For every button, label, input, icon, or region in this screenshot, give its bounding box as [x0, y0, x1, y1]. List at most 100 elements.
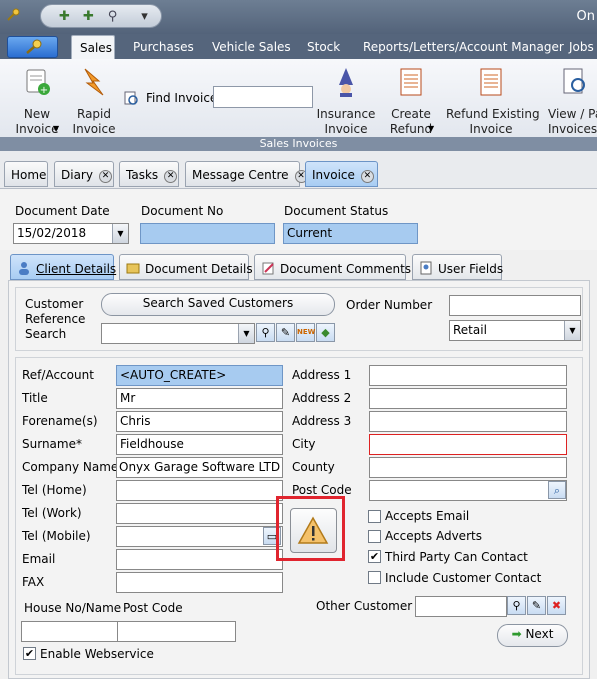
- search-icon[interactable]: ⚲: [256, 323, 275, 342]
- city-input[interactable]: [369, 434, 567, 455]
- doc-tab-message-centre[interactable]: Message Centre ✕: [185, 161, 308, 187]
- other-customer-label: Other Customer: [316, 599, 413, 613]
- title-input[interactable]: Mr: [116, 388, 283, 409]
- house-no-input[interactable]: [21, 621, 118, 642]
- email-label: Email: [22, 552, 56, 566]
- accepts-adverts-checkbox[interactable]: [368, 530, 381, 543]
- rapid-invoice-button[interactable]: Rapid Invoice: [68, 67, 120, 137]
- view-invoices-button[interactable]: View / Pa Invoices: [546, 67, 597, 137]
- find-invoice-input[interactable]: [213, 86, 313, 108]
- edit-icon[interactable]: ✎: [276, 323, 295, 342]
- doc-tab-invoice[interactable]: Invoice ✕: [305, 161, 378, 187]
- tab-sales[interactable]: Sales: [71, 35, 115, 59]
- tab-document-comments[interactable]: Document Comments: [254, 254, 411, 280]
- tab-jobs[interactable]: Jobs: [569, 40, 594, 54]
- post-code-input[interactable]: [369, 480, 567, 501]
- new-invoice-icon: +: [26, 69, 50, 96]
- chevron-down-icon: ▼: [53, 124, 60, 133]
- customer-reference-label: Search: [25, 327, 67, 341]
- company-name-label: Company Name: [22, 460, 119, 474]
- tel-home-input[interactable]: [116, 480, 283, 501]
- user-fields-icon: [419, 261, 433, 275]
- quick-access-toolbar: ✚ ✚ ⚲ ▾: [40, 4, 162, 28]
- find-invoice-icon: [124, 91, 139, 106]
- document-no-label: Document No: [141, 204, 224, 218]
- tel-work-label: Tel (Work): [22, 506, 82, 520]
- tel-work-input[interactable]: [116, 503, 283, 524]
- address-3-input[interactable]: [369, 411, 567, 432]
- accepts-email-checkbox[interactable]: [368, 510, 381, 523]
- address-1-input[interactable]: [369, 365, 567, 386]
- dropdown-arrow-icon[interactable]: ▾: [137, 9, 152, 24]
- document-date-field[interactable]: 15/02/2018 ▼: [13, 223, 129, 244]
- tab-document-details[interactable]: Document Details: [119, 254, 253, 280]
- close-icon[interactable]: ✕: [360, 170, 374, 183]
- edit-icon[interactable]: ✎: [527, 596, 546, 615]
- tel-mobile-label: Tel (Mobile): [22, 529, 91, 543]
- customer-search-input[interactable]: ▼: [101, 323, 255, 344]
- doc-tab-diary[interactable]: Diary ✕: [54, 161, 114, 187]
- postcode-lookup-icon[interactable]: ⌕: [548, 481, 566, 499]
- delete-icon[interactable]: ✖: [547, 596, 566, 615]
- add-doc-icon[interactable]: ✚: [81, 9, 96, 24]
- fax-input[interactable]: [116, 572, 283, 593]
- post-code-lookup-input[interactable]: [117, 621, 236, 642]
- new-icon[interactable]: NEW: [296, 323, 315, 342]
- document-status-field[interactable]: Current: [283, 223, 418, 244]
- next-button[interactable]: ➡ Next: [497, 624, 568, 647]
- doc-tab-tasks[interactable]: Tasks ✕: [119, 161, 179, 187]
- document-no-field[interactable]: [140, 223, 275, 244]
- tab-client-details[interactable]: Client Details: [10, 254, 116, 280]
- third-party-checkbox[interactable]: ✔: [368, 550, 381, 563]
- fax-label: FAX: [22, 575, 45, 589]
- warning-icon: [297, 516, 329, 544]
- include-customer-contact-checkbox[interactable]: [368, 571, 381, 584]
- surname-input[interactable]: Fieldhouse: [116, 434, 283, 455]
- tab-vehicle-sales[interactable]: Vehicle Sales: [212, 40, 291, 54]
- insurance-invoice-button[interactable]: Insurance Invoice: [316, 67, 376, 137]
- rapid-invoice-icon: [84, 68, 104, 96]
- tab-stock[interactable]: Stock: [307, 40, 340, 54]
- other-customer-input[interactable]: [415, 596, 507, 617]
- warning-button[interactable]: [290, 508, 337, 553]
- ribbon-group-label: Sales Invoices: [0, 137, 597, 151]
- title-label: Title: [22, 391, 48, 405]
- application-menu-button[interactable]: [7, 36, 58, 58]
- search-doc-icon[interactable]: ⚲: [105, 9, 120, 24]
- chevron-down-icon[interactable]: ▼: [112, 224, 128, 243]
- company-name-input[interactable]: Onyx Garage Software LTD: [116, 457, 283, 478]
- refund-existing-invoice-button[interactable]: Refund Existing Invoice: [446, 67, 540, 137]
- order-number-input[interactable]: [449, 295, 581, 316]
- include-customer-contact-label: Include Customer Contact: [385, 571, 542, 585]
- doc-tab-home[interactable]: Home: [4, 161, 48, 187]
- chevron-down-icon[interactable]: ▼: [238, 324, 254, 343]
- tab-user-fields[interactable]: User Fields: [412, 254, 503, 280]
- wizard-icon: [339, 68, 353, 97]
- refund-doc-icon: [480, 68, 502, 96]
- pencil-icon: [261, 261, 275, 275]
- arrow-right-icon: ➡: [511, 627, 522, 641]
- chevron-down-icon[interactable]: ▼: [564, 321, 580, 340]
- tab-reports[interactable]: Reports/Letters/Account Manager: [363, 40, 564, 54]
- house-no-label: House No/Name: [24, 601, 122, 615]
- county-input[interactable]: [369, 457, 567, 478]
- email-input[interactable]: [116, 549, 283, 570]
- add-doc-icon[interactable]: ✚: [57, 9, 72, 24]
- tag-icon[interactable]: ◆: [316, 323, 335, 342]
- search-saved-customers-button[interactable]: Search Saved Customers: [101, 293, 335, 316]
- tab-purchases[interactable]: Purchases: [133, 40, 194, 54]
- find-invoice-label: Find Invoice: [146, 91, 218, 105]
- key-icon[interactable]: [6, 8, 20, 22]
- close-icon[interactable]: ✕: [164, 170, 178, 183]
- city-label: City: [292, 437, 316, 451]
- tel-mobile-input[interactable]: [116, 526, 283, 547]
- enable-webservice-checkbox[interactable]: ✔: [23, 647, 36, 660]
- price-type-select[interactable]: Retail ▼: [449, 320, 581, 341]
- ref-account-input[interactable]: <AUTO_CREATE>: [116, 365, 283, 386]
- search-icon[interactable]: ⚲: [507, 596, 526, 615]
- ribbon-tab-bar: Sales Purchases Vehicle Sales Stock Repo…: [0, 34, 597, 59]
- forename-input[interactable]: Chris: [116, 411, 283, 432]
- document-tab-bar: Home Diary ✕ Tasks ✕ Message Centre ✕ Invoi…: [0, 151, 597, 189]
- close-icon[interactable]: ✕: [98, 170, 112, 183]
- address-2-input[interactable]: [369, 388, 567, 409]
